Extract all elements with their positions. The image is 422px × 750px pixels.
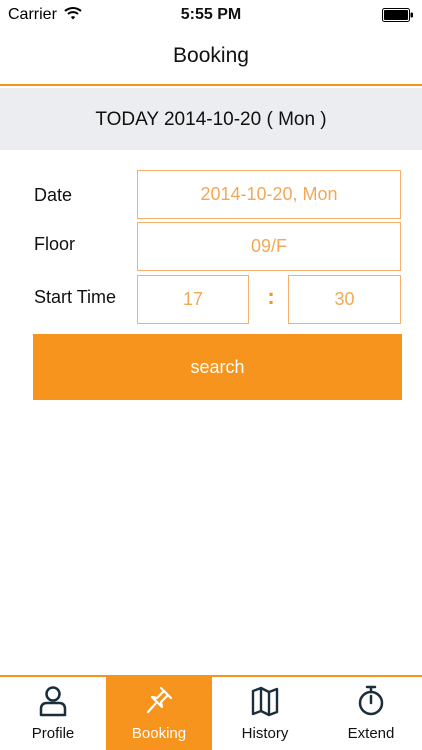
today-date-text: TODAY 2014-10-20 ( Mon ) (95, 109, 327, 130)
floor-field[interactable]: 09/F (137, 222, 401, 271)
minute-field[interactable]: 30 (288, 275, 401, 324)
date-label: Date (34, 185, 73, 205)
navigation-bar: Booking (0, 30, 422, 86)
person-icon (39, 686, 67, 717)
status-time: 5:55 PM (180, 6, 242, 23)
start-time-label: Start Time (34, 287, 117, 307)
search-button[interactable]: search (33, 334, 402, 400)
floor-label: Floor (34, 234, 76, 254)
time-separator: : (267, 284, 275, 309)
tab-label-profile: Profile (31, 725, 75, 742)
tab-profile[interactable]: Profile (0, 677, 106, 750)
date-field[interactable]: 2014-10-20, Mon (137, 170, 401, 219)
hour-field[interactable]: 17 (137, 275, 249, 324)
status-bar: Carrier 5:55 PM (0, 0, 422, 30)
today-banner: TODAY 2014-10-20 ( Mon ) (0, 88, 422, 150)
stopwatch-icon (358, 685, 384, 716)
tab-label-history: History (241, 725, 289, 742)
tab-label-booking: Booking (131, 725, 187, 742)
map-icon (251, 686, 279, 717)
battery-icon (382, 8, 413, 22)
tab-bar: Profile Booking History Extend (0, 675, 422, 750)
tab-label-extend: Extend (347, 725, 395, 742)
tab-extend[interactable]: Extend (318, 677, 422, 750)
tab-history[interactable]: History (212, 677, 318, 750)
tab-booking[interactable]: Booking (106, 677, 212, 750)
pin-icon (146, 686, 173, 714)
page-title: Booking (173, 44, 249, 67)
